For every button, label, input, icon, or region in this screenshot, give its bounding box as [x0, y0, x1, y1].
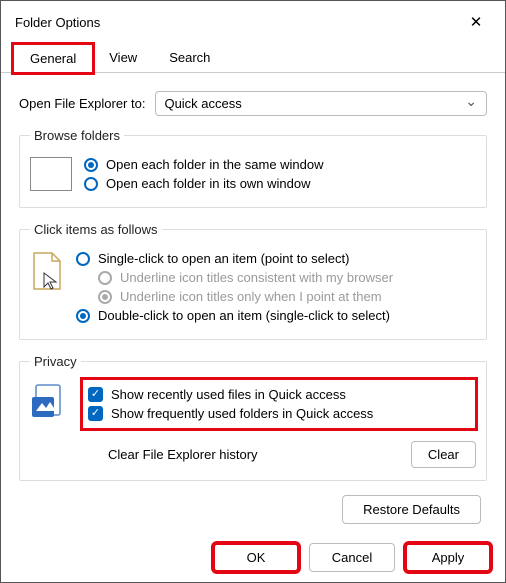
privacy-legend: Privacy: [30, 354, 81, 369]
click-items-group: Click items as follows Single-click to o…: [19, 222, 487, 340]
radio-icon: [84, 177, 98, 191]
cancel-button[interactable]: Cancel: [309, 543, 395, 572]
radio-underline-point-label: Underline icon titles only when I point …: [120, 289, 382, 304]
clear-button-label: Clear: [428, 447, 459, 462]
radio-underline-point: Underline icon titles only when I point …: [98, 289, 476, 304]
radio-icon: [84, 158, 98, 172]
radio-double-click[interactable]: Double-click to open an item (single-cli…: [76, 308, 476, 323]
radio-same-window-label: Open each folder in the same window: [106, 157, 324, 172]
radio-icon: [76, 309, 90, 323]
restore-defaults-label: Restore Defaults: [363, 502, 460, 517]
radio-same-window[interactable]: Open each folder in the same window: [84, 157, 476, 172]
window-title: Folder Options: [15, 15, 100, 30]
close-icon[interactable]: ✕: [461, 11, 491, 33]
open-explorer-row: Open File Explorer to: Quick access: [19, 91, 487, 116]
folder-window-icon: [30, 157, 72, 191]
checkbox-icon: [88, 406, 103, 421]
checkbox-icon: [88, 387, 103, 402]
privacy-highlight-box: Show recently used files in Quick access…: [82, 379, 476, 429]
restore-defaults-button[interactable]: Restore Defaults: [342, 495, 481, 524]
ok-button-label: OK: [247, 550, 266, 565]
radio-icon: [98, 290, 112, 304]
tab-search-label: Search: [169, 50, 210, 65]
open-explorer-label: Open File Explorer to:: [19, 96, 145, 111]
privacy-icon: [30, 381, 70, 419]
tab-strip: General View Search: [1, 43, 505, 73]
tab-search[interactable]: Search: [153, 44, 226, 73]
radio-own-window-label: Open each folder in its own window: [106, 176, 311, 191]
open-explorer-combo[interactable]: Quick access: [155, 91, 487, 116]
tab-general-label: General: [30, 51, 76, 66]
clear-button[interactable]: Clear: [411, 441, 476, 468]
clear-history-label: Clear File Explorer history: [108, 447, 258, 462]
cancel-button-label: Cancel: [332, 550, 372, 565]
checkbox-frequent-folders-label: Show frequently used folders in Quick ac…: [111, 406, 373, 421]
checkbox-recent-files[interactable]: Show recently used files in Quick access: [88, 387, 470, 402]
radio-single-click-label: Single-click to open an item (point to s…: [98, 251, 349, 266]
dialog-footer: OK Cancel Apply: [15, 543, 491, 572]
document-cursor-icon: [30, 251, 64, 291]
tab-general[interactable]: General: [13, 44, 93, 73]
ok-button[interactable]: OK: [213, 543, 299, 572]
radio-underline-browser-label: Underline icon titles consistent with my…: [120, 270, 393, 285]
restore-row: Restore Defaults: [19, 495, 481, 524]
radio-single-click[interactable]: Single-click to open an item (point to s…: [76, 251, 476, 266]
apply-button[interactable]: Apply: [405, 543, 491, 572]
radio-icon: [98, 271, 112, 285]
tab-view[interactable]: View: [93, 44, 153, 73]
radio-underline-browser: Underline icon titles consistent with my…: [98, 270, 476, 285]
checkbox-frequent-folders[interactable]: Show frequently used folders in Quick ac…: [88, 406, 470, 421]
checkbox-recent-files-label: Show recently used files in Quick access: [111, 387, 346, 402]
radio-icon: [76, 252, 90, 266]
privacy-group: Privacy Show recently used files in Quic…: [19, 354, 487, 481]
click-items-legend: Click items as follows: [30, 222, 162, 237]
radio-double-click-label: Double-click to open an item (single-cli…: [98, 308, 390, 323]
title-bar: Folder Options ✕: [1, 1, 505, 39]
open-explorer-combo-wrap: Quick access: [155, 91, 487, 116]
browse-folders-legend: Browse folders: [30, 128, 124, 143]
clear-history-row: Clear File Explorer history Clear: [82, 441, 476, 468]
browse-folders-group: Browse folders Open each folder in the s…: [19, 128, 487, 208]
tab-content: Open File Explorer to: Quick access Brow…: [1, 73, 505, 532]
tab-view-label: View: [109, 50, 137, 65]
radio-own-window[interactable]: Open each folder in its own window: [84, 176, 476, 191]
apply-button-label: Apply: [432, 550, 465, 565]
